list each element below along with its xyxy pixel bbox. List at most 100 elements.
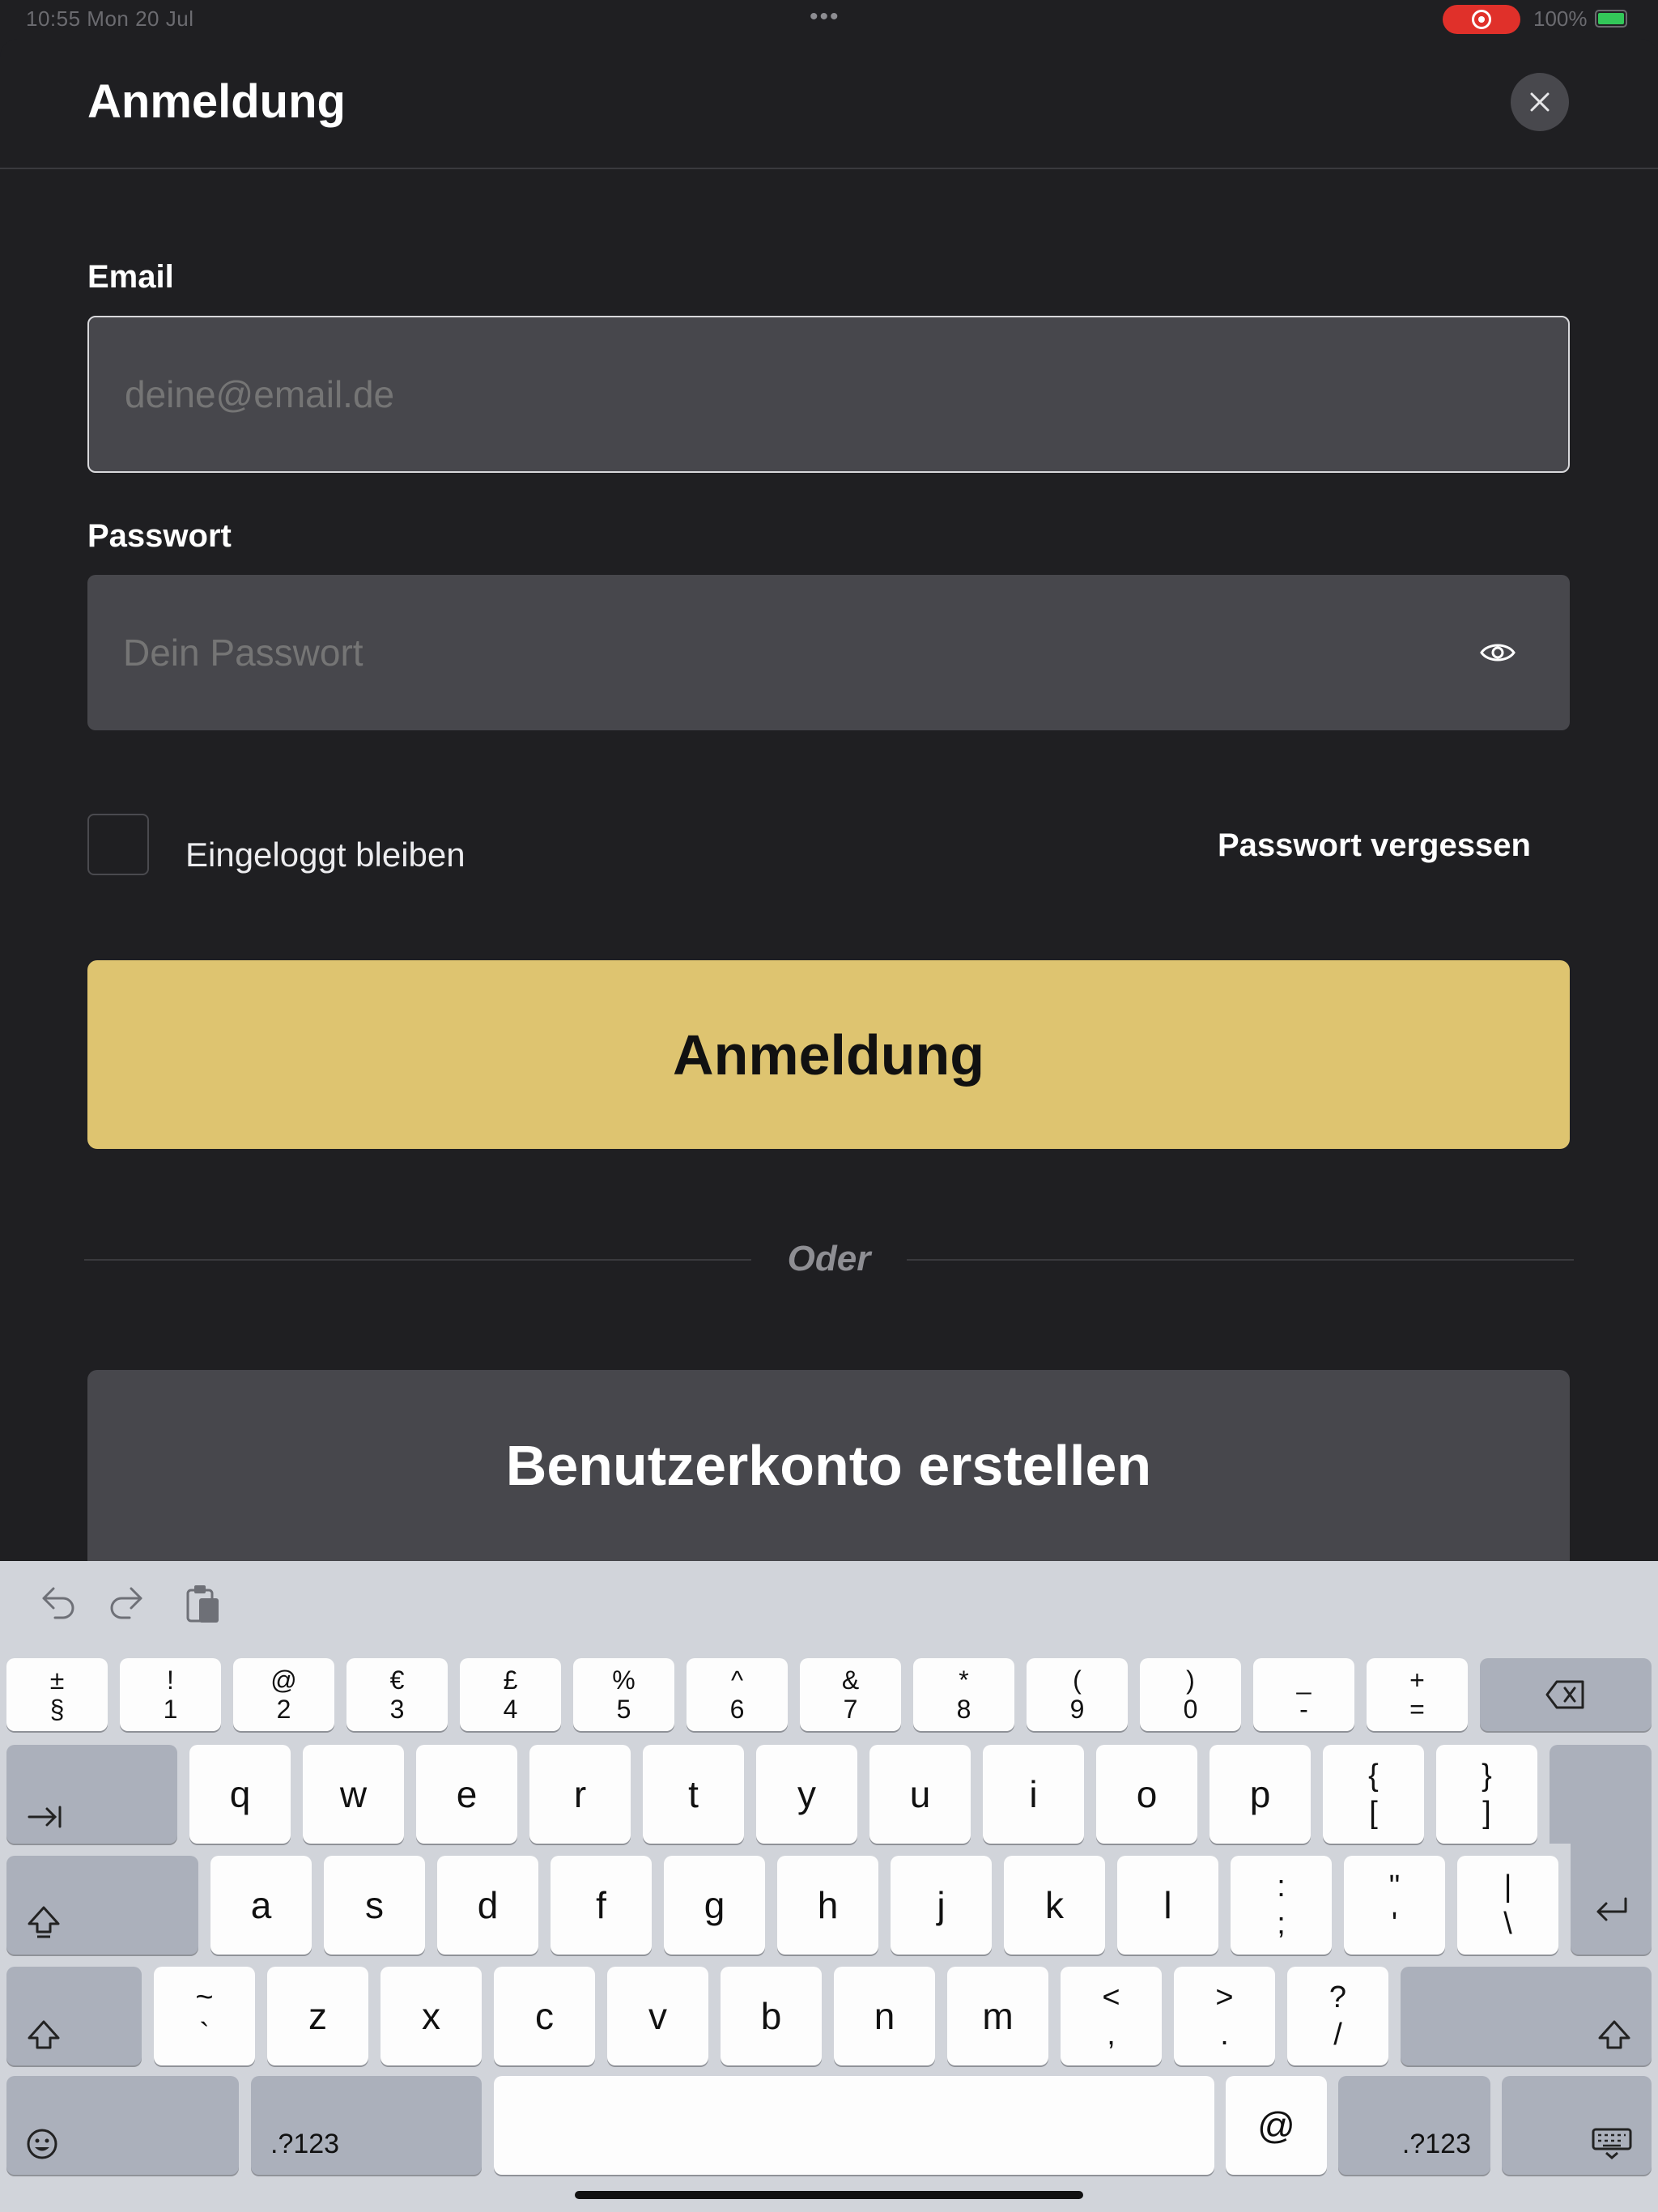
key[interactable]: d [437,1856,538,1955]
key[interactable]: b [721,1967,822,2065]
key[interactable]: £4 [460,1658,561,1731]
screen-recording-indicator[interactable] [1443,5,1520,34]
home-indicator[interactable] [575,2191,1083,2199]
key[interactable]: @2 [233,1658,334,1731]
key[interactable]: ~ ` [154,1967,255,2065]
password-field[interactable] [87,575,1570,730]
key[interactable]: n [834,1967,935,2065]
close-button[interactable] [1511,73,1569,131]
key[interactable]: | \ [1457,1856,1558,1955]
password-label: Passwort [87,518,232,554]
dismiss-keyboard-key[interactable] [1502,2076,1652,2175]
return-key-top[interactable] [1550,1745,1652,1844]
key[interactable]: c [494,1967,595,2065]
key[interactable]: v [607,1967,708,2065]
header-divider [0,168,1658,169]
undo-button[interactable] [32,1580,81,1629]
numbers-key-right[interactable]: .?123 [1338,2076,1490,2175]
key[interactable]: j [891,1856,992,1955]
emoji-key[interactable] [6,2076,239,2175]
key[interactable]: t [643,1745,744,1844]
key[interactable]: (9 [1027,1658,1128,1731]
caps-lock-key[interactable] [6,1856,198,1955]
login-sheet [0,39,1658,1561]
backspace-key[interactable] [1480,1658,1652,1731]
caps-lock-icon [28,1906,60,1938]
return-icon [1596,1897,1627,1921]
tab-key[interactable] [6,1745,177,1844]
status-bar: 10:55 Mon 20 Jul ••• 100% [0,0,1658,39]
forgot-password-link[interactable]: Passwort vergessen [1218,827,1531,864]
eye-icon [1480,644,1516,661]
key[interactable]: r [529,1745,631,1844]
key[interactable]: ± § [6,1658,108,1731]
status-time: 10:55 Mon 20 Jul [26,6,194,31]
page-title: Anmeldung [87,75,346,128]
key[interactable]: h [777,1856,878,1955]
key[interactable]: u [869,1745,971,1844]
email-field[interactable] [87,316,1570,473]
close-icon [1530,92,1550,112]
key[interactable]: z [267,1967,368,2065]
return-key[interactable] [1571,1831,1652,1955]
tab-icon [28,1806,62,1828]
key[interactable]: }] [1436,1745,1537,1844]
key[interactable]: e [416,1745,517,1844]
at-key[interactable]: @ [1226,2076,1327,2175]
key[interactable]: * 8 [913,1658,1014,1731]
login-button[interactable]: Anmeldung [87,960,1570,1149]
redo-button[interactable] [104,1580,152,1629]
key[interactable]: ^ 6 [687,1658,788,1731]
show-password-button[interactable] [1478,640,1517,666]
key[interactable]: s [324,1856,425,1955]
key[interactable]: q [189,1745,291,1844]
battery-icon [1595,10,1627,28]
key[interactable]: a [210,1856,312,1955]
delete-icon [1545,1680,1584,1709]
key[interactable]: g [664,1856,765,1955]
remember-label: Eingeloggt bleiben [185,836,466,874]
record-icon [1472,10,1491,29]
key[interactable]: l [1117,1856,1218,1955]
multitasking-dots[interactable]: ••• [810,3,840,31]
key[interactable]: _ - [1253,1658,1354,1731]
divider-text: Oder [787,1239,871,1278]
shift-icon [1598,2020,1630,2049]
key[interactable]: % 5 [573,1658,674,1731]
paste-icon [186,1585,219,1623]
key[interactable]: o [1096,1745,1197,1844]
emoji-icon [27,2129,57,2159]
key[interactable]: i [983,1745,1084,1844]
numbers-key-left[interactable]: .?123 [251,2076,482,2175]
key[interactable]: p [1209,1745,1311,1844]
key[interactable]: k [1004,1856,1105,1955]
key[interactable]: ? / [1287,1967,1388,2065]
email-label: Email [87,259,174,295]
key[interactable]: ! 1 [120,1658,221,1731]
shift-icon [28,2020,60,2049]
redo-icon [110,1587,142,1619]
key[interactable]: €3 [346,1658,448,1731]
key[interactable]: x [380,1967,482,2065]
key[interactable]: w [303,1745,404,1844]
key[interactable]: m [947,1967,1048,2065]
key[interactable]: >. [1174,1967,1275,2065]
create-account-button[interactable]: Benutzerkonto erstellen [87,1370,1570,1561]
key[interactable]: + = [1367,1658,1468,1731]
key[interactable]: <, [1061,1967,1162,2065]
key[interactable]: & 7 [800,1658,901,1731]
shift-left-key[interactable] [6,1967,142,2065]
key[interactable]: y [756,1745,857,1844]
divider-right [907,1259,1574,1261]
remember-checkbox[interactable] [87,814,149,875]
space-key[interactable] [494,2076,1214,2175]
key[interactable]: " ' [1344,1856,1445,1955]
key[interactable]: f [551,1856,652,1955]
undo-icon [42,1587,74,1619]
key[interactable]: {[ [1323,1745,1424,1844]
key[interactable]: :; [1231,1856,1332,1955]
shift-right-key[interactable] [1401,1967,1652,2065]
key[interactable]: ) 0 [1140,1658,1241,1731]
battery-percent: 100% [1533,6,1588,31]
paste-button[interactable] [178,1580,227,1629]
